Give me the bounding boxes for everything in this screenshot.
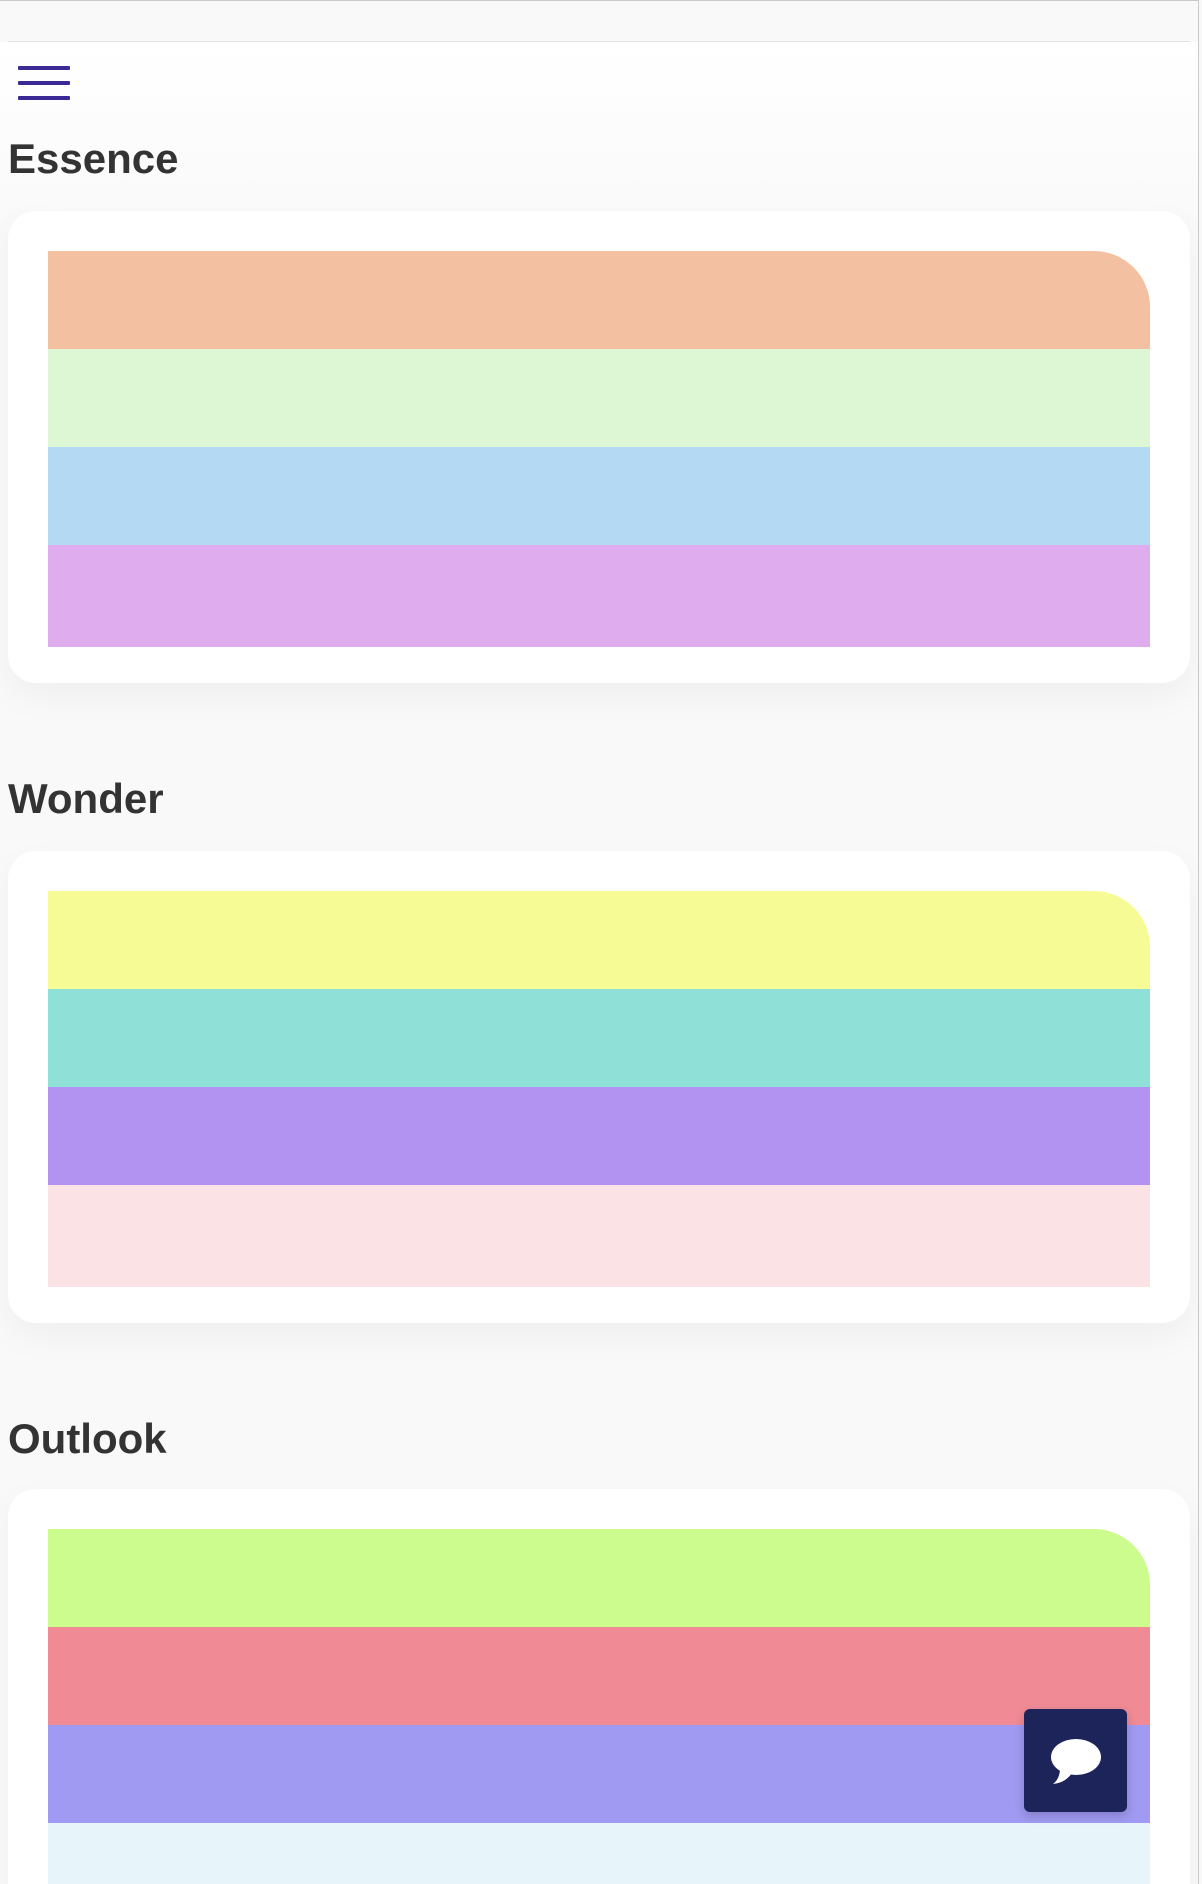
outlook-swatch-1[interactable]: [48, 1529, 1150, 1627]
app-frame: Essence Wonder Outlook: [0, 0, 1199, 1884]
palette-title-wonder: Wonder: [8, 775, 164, 822]
menu-line-top: [18, 66, 70, 70]
palette-title-essence: Essence: [8, 135, 179, 182]
menu-line-middle: [18, 81, 70, 85]
essence-swatch-3[interactable]: [48, 447, 1150, 545]
outlook-swatch-2[interactable]: [48, 1627, 1150, 1725]
palette-outlook[interactable]: [48, 1529, 1150, 1884]
chat-bubble-icon: [1051, 1739, 1101, 1784]
wonder-swatch-3[interactable]: [48, 1087, 1150, 1185]
wonder-swatch-2[interactable]: [48, 989, 1150, 1087]
essence-swatch-2[interactable]: [48, 349, 1150, 447]
palette-title-outlook: Outlook: [8, 1415, 167, 1462]
palette-card-essence: [8, 211, 1190, 683]
palette-card-outlook: [8, 1489, 1190, 1884]
header-background: [0, 42, 1198, 232]
hamburger-menu-icon[interactable]: [17, 65, 71, 103]
outlook-swatch-4[interactable]: [48, 1823, 1150, 1884]
essence-swatch-4[interactable]: [48, 545, 1150, 647]
wonder-swatch-1[interactable]: [48, 891, 1150, 989]
wonder-swatch-4[interactable]: [48, 1185, 1150, 1287]
chat-button[interactable]: [1024, 1709, 1127, 1812]
outlook-swatch-3[interactable]: [48, 1725, 1150, 1823]
palette-essence[interactable]: [48, 251, 1150, 647]
essence-swatch-1[interactable]: [48, 251, 1150, 349]
menu-line-bottom: [18, 96, 70, 100]
palette-card-wonder: [8, 851, 1190, 1323]
palette-wonder[interactable]: [48, 891, 1150, 1287]
